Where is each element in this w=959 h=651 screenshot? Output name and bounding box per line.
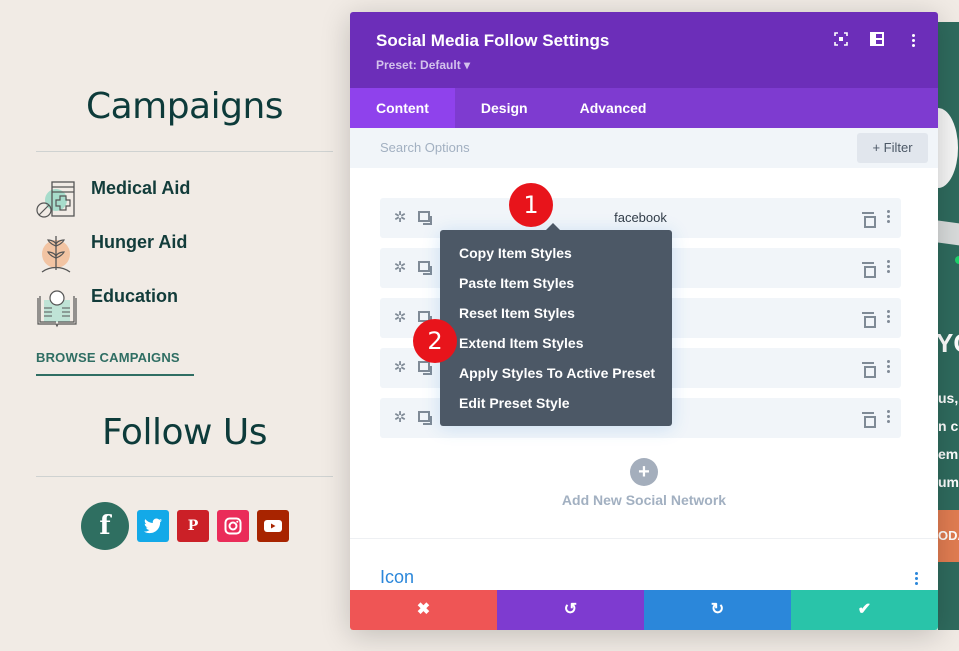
menu-item-reset-item-styles[interactable]: Reset Item Styles <box>440 300 672 330</box>
undo-icon: ↺ <box>563 601 578 618</box>
hero-text-line: um. <box>938 474 959 490</box>
hero-cta-button[interactable]: ODA <box>938 510 959 562</box>
gear-icon[interactable]: ✲ <box>392 358 408 378</box>
menu-item-edit-preset-style[interactable]: Edit Preset Style <box>440 390 672 420</box>
tab-design[interactable]: Design <box>455 88 554 128</box>
decorative-dot <box>955 256 959 264</box>
facebook-link[interactable]: f <box>81 502 129 550</box>
gear-icon[interactable]: ✲ <box>392 258 408 278</box>
more-vertical-icon[interactable] <box>886 260 890 276</box>
more-vertical-icon[interactable] <box>915 572 918 585</box>
step-badge-1: 1 <box>509 183 553 227</box>
split-view-icon[interactable] <box>870 32 884 48</box>
trash-icon[interactable] <box>862 260 876 278</box>
redo-icon: ↻ <box>710 601 725 618</box>
campaign-label: Medical Aid <box>91 178 191 198</box>
twitter-icon <box>144 518 162 534</box>
link-underline <box>36 374 194 376</box>
icon-section-toggle[interactable]: Icon <box>380 567 414 588</box>
redo-button[interactable]: ↻ <box>644 590 791 630</box>
trash-icon[interactable] <box>862 210 876 228</box>
follow-us-heading: Follow Us <box>102 412 267 453</box>
hero-text-line: em <box>938 446 959 462</box>
hero-text-line: us, <box>938 390 959 406</box>
modal-footer: ✖ ↺ ↻ ✔ <box>350 590 938 630</box>
twitter-link[interactable] <box>137 510 169 542</box>
add-social-network-button[interactable]: + Add New Social Network <box>350 458 938 508</box>
instagram-link[interactable] <box>217 510 249 542</box>
cancel-button[interactable]: ✖ <box>350 590 497 630</box>
search-options-input[interactable] <box>380 128 780 168</box>
decorative-shape <box>938 219 959 247</box>
campaigns-heading: Campaigns <box>85 86 284 127</box>
add-social-network-label: Add New Social Network <box>561 492 727 508</box>
gear-icon[interactable]: ✲ <box>392 308 408 328</box>
facebook-icon: f <box>99 511 111 541</box>
pinterest-icon: P <box>187 518 199 534</box>
close-icon: ✖ <box>416 601 431 618</box>
menu-item-paste-item-styles[interactable]: Paste Item Styles <box>440 270 672 300</box>
browse-campaigns-link[interactable]: BROWSE CAMPAIGNS <box>36 350 180 365</box>
trash-icon[interactable] <box>862 310 876 328</box>
more-vertical-icon[interactable] <box>886 360 890 376</box>
campaign-item-hunger[interactable]: Hunger Aid <box>36 232 333 276</box>
divider <box>36 476 333 477</box>
pinterest-link[interactable]: P <box>177 510 209 542</box>
tab-advanced[interactable]: Advanced <box>554 88 673 128</box>
gear-icon[interactable]: ✲ <box>392 408 408 428</box>
item-context-menu: Copy Item Styles Paste Item Styles Reset… <box>440 223 672 426</box>
modal-tabs: Content Design Advanced <box>350 88 938 128</box>
more-vertical-icon[interactable] <box>886 210 890 226</box>
decorative-shape <box>938 108 958 188</box>
campaign-label: Education <box>91 286 179 306</box>
divider <box>350 538 938 539</box>
duplicate-icon[interactable] <box>418 261 432 275</box>
filter-button[interactable]: + Filter <box>857 133 928 163</box>
plant-sprout-icon <box>41 236 71 273</box>
campaign-label: Hunger Aid <box>91 232 188 252</box>
more-vertical-icon[interactable] <box>886 310 890 326</box>
search-bar: + Filter <box>350 128 938 168</box>
plus-icon[interactable]: + <box>630 458 658 486</box>
youtube-link[interactable] <box>257 510 289 542</box>
youtube-icon <box>264 520 282 532</box>
divider <box>36 151 333 152</box>
hero-heading-fragment: YO <box>938 328 959 358</box>
tab-content[interactable]: Content <box>350 88 455 128</box>
medicine-bottle-icon <box>36 181 75 218</box>
trash-icon[interactable] <box>862 410 876 428</box>
trash-icon[interactable] <box>862 360 876 378</box>
preset-dropdown[interactable]: Preset: Default ▾ <box>376 58 470 72</box>
check-icon: ✔ <box>857 601 872 618</box>
campaign-item-education[interactable]: Education <box>36 286 333 330</box>
menu-item-extend-item-styles[interactable]: Extend Item Styles <box>440 330 672 360</box>
more-vertical-icon[interactable] <box>906 32 920 48</box>
save-button[interactable]: ✔ <box>791 590 938 630</box>
duplicate-icon[interactable] <box>418 411 432 425</box>
modal-title: Social Media Follow Settings <box>376 31 610 50</box>
modal-header: Social Media Follow Settings Preset: Def… <box>350 12 938 88</box>
social-icons: f P <box>81 502 289 550</box>
duplicate-icon[interactable] <box>418 361 432 375</box>
more-vertical-icon[interactable] <box>886 410 890 426</box>
campaign-item-medical[interactable]: Medical Aid <box>36 178 333 222</box>
hero-text-line: n c <box>938 418 959 434</box>
instagram-icon <box>224 517 242 535</box>
menu-item-apply-styles-to-active-preset[interactable]: Apply Styles To Active Preset <box>440 360 672 390</box>
background-hero-section: YO us, n c em um. ODA <box>938 22 959 630</box>
menu-item-copy-item-styles[interactable]: Copy Item Styles <box>440 240 672 270</box>
open-book-lightbulb-icon <box>37 290 77 328</box>
step-badge-2: 2 <box>413 319 457 363</box>
undo-button[interactable]: ↺ <box>497 590 644 630</box>
focus-icon[interactable] <box>834 32 848 48</box>
